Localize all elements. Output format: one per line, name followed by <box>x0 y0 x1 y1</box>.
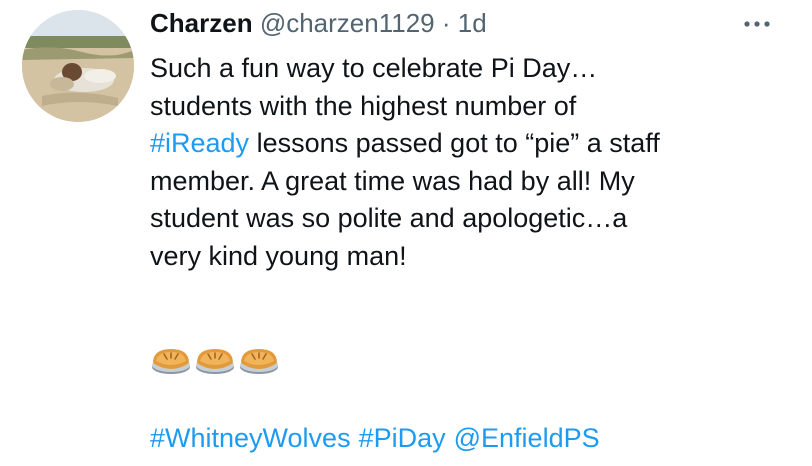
emoji-row <box>150 341 280 377</box>
hashtag-row: #WhitneyWolves #PiDay @EnfieldPS <box>150 420 600 456</box>
hashtag-link[interactable]: #iReady <box>150 128 249 158</box>
tweet-text-line: student was so polite and apologetic…a <box>150 200 790 238</box>
tweet-text-line: Such a fun way to celebrate Pi Day… <box>150 50 790 88</box>
header-separator: · <box>441 8 451 38</box>
tweet-timestamp[interactable]: 1d <box>458 8 487 38</box>
pie-emoji <box>150 341 192 377</box>
avatar[interactable] <box>22 10 134 122</box>
tweet-text-line: very kind young man! <box>150 238 790 276</box>
mention-link[interactable]: @EnfieldPS <box>454 423 600 453</box>
text-segment: student was so polite and apologetic…a <box>150 203 628 233</box>
text-segment: very kind young man! <box>150 240 407 271</box>
tweet-text: Such a fun way to celebrate Pi Day… stude… <box>150 50 790 275</box>
text-segment: students with the highest number of <box>150 90 577 121</box>
tweet-header: Charzen @charzen1129 · 1d <box>150 6 487 40</box>
tweet: Charzen @charzen1129 · 1d Such a fun way… <box>0 0 812 466</box>
pie-emoji <box>238 341 280 377</box>
avatar-photo <box>22 10 134 122</box>
hashtag-link[interactable]: #PiDay <box>359 423 446 453</box>
text-segment: lessons passed got to “pie” a staff <box>249 128 660 158</box>
pie-emoji <box>194 341 236 377</box>
text-segment: Such a fun way to celebrate Pi Day… <box>150 53 598 83</box>
tweet-text-line: member. A great time was had by all! My <box>150 163 790 201</box>
tweet-text-line: students with the highest number of <box>150 88 790 126</box>
hashtag-link[interactable]: #WhitneyWolves <box>150 423 351 453</box>
author-name[interactable]: Charzen <box>150 8 253 38</box>
more-horizontal-icon[interactable] <box>742 14 772 34</box>
text-segment: member. A great time was had by all! My <box>150 165 635 196</box>
author-handle[interactable]: @charzen1129 <box>260 8 435 38</box>
tweet-text-line: #iReady lessons passed got to “pie” a st… <box>150 125 790 163</box>
